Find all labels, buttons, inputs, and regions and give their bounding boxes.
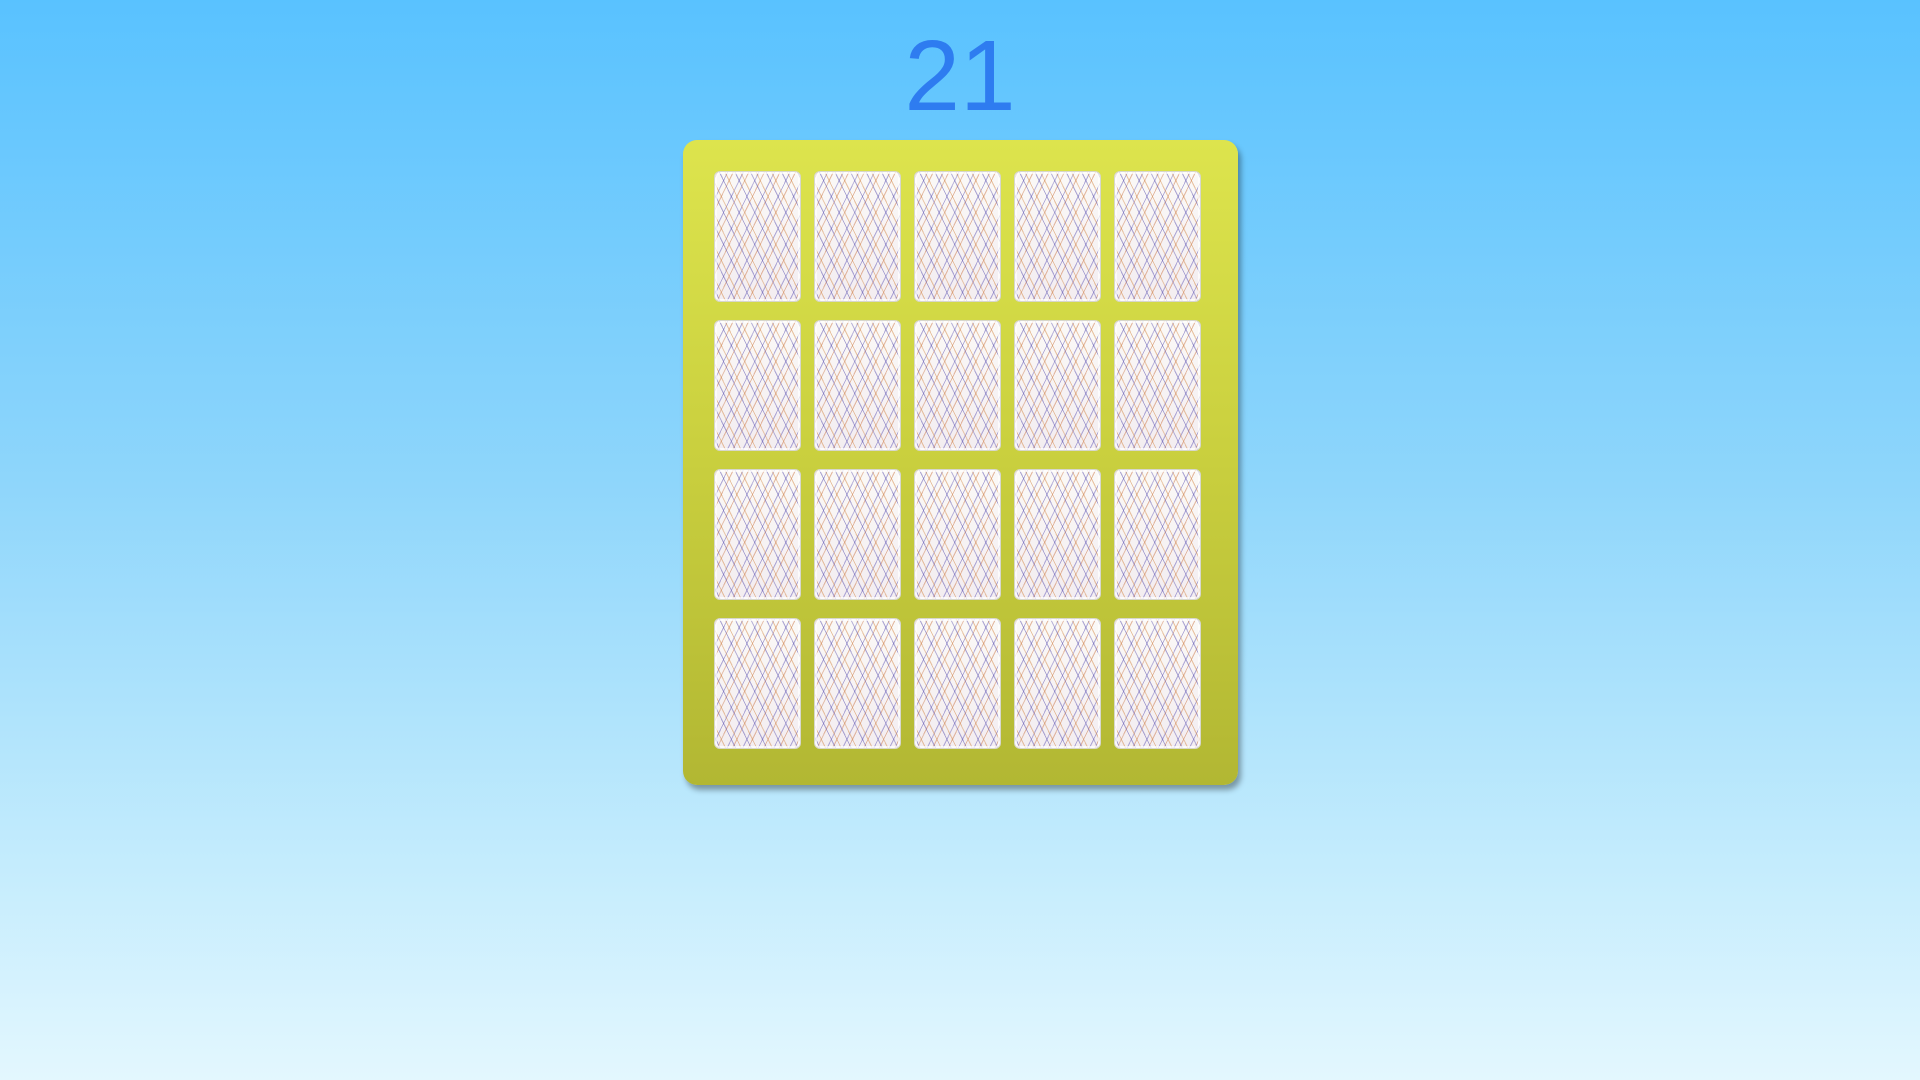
card-back[interactable]	[814, 320, 901, 451]
card-back[interactable]	[814, 618, 901, 749]
card-back[interactable]	[714, 618, 801, 749]
card-back[interactable]	[1114, 469, 1201, 600]
move-counter: 21	[904, 20, 1016, 132]
card-back[interactable]	[714, 469, 801, 600]
card-back[interactable]	[1014, 320, 1101, 451]
card-back[interactable]	[1014, 171, 1101, 302]
card-grid	[714, 171, 1201, 749]
card-back[interactable]	[1114, 618, 1201, 749]
card-back[interactable]	[914, 618, 1001, 749]
card-back[interactable]	[714, 171, 801, 302]
card-back[interactable]	[814, 171, 901, 302]
card-back[interactable]	[1114, 320, 1201, 451]
card-back[interactable]	[714, 320, 801, 451]
card-back[interactable]	[1014, 618, 1101, 749]
game-board	[683, 140, 1238, 785]
card-back[interactable]	[914, 469, 1001, 600]
card-back[interactable]	[914, 320, 1001, 451]
card-back[interactable]	[1114, 171, 1201, 302]
card-back[interactable]	[914, 171, 1001, 302]
card-back[interactable]	[814, 469, 901, 600]
card-back[interactable]	[1014, 469, 1101, 600]
